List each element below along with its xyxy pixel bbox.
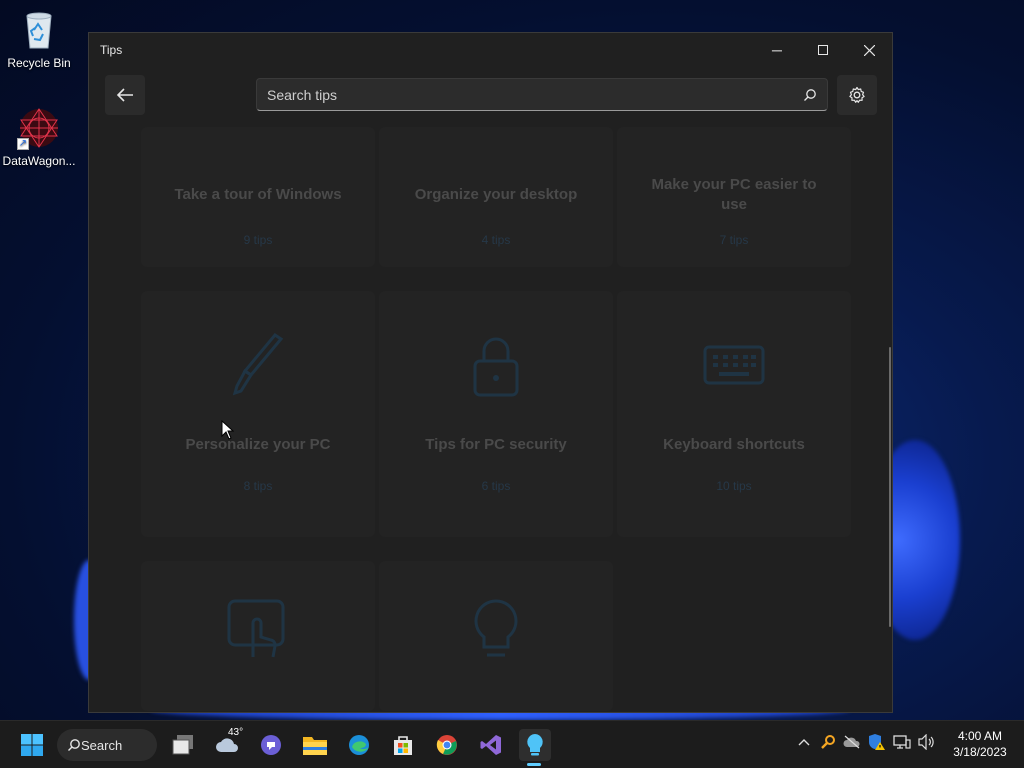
tips-window: Tips ─ Take a tour of Windows — [88, 32, 893, 713]
tray-search-tool-button[interactable] — [819, 733, 837, 751]
tip-card-count: 9 tips — [243, 233, 273, 247]
lock-icon — [473, 337, 519, 397]
tip-card-keyboard[interactable]: Keyboard shortcuts 10 tips — [617, 291, 851, 537]
taskbar-search-label: Search — [81, 737, 123, 753]
visual-studio-button[interactable] — [475, 729, 507, 761]
teams-chat-button[interactable] — [255, 729, 287, 761]
tip-card-count: 10 tips — [716, 479, 752, 493]
lightbulb-icon — [527, 734, 543, 756]
maximize-button[interactable] — [800, 33, 846, 67]
clock-date: 3/18/2023 — [953, 745, 1007, 759]
tip-card-count: 8 tips — [243, 479, 273, 493]
search-box[interactable] — [256, 78, 828, 111]
edge-button[interactable] — [343, 729, 375, 761]
mouse-cursor-icon — [221, 420, 235, 440]
tip-card-title: Organize your desktop — [414, 186, 578, 203]
chat-icon — [261, 735, 281, 755]
search-input[interactable] — [267, 86, 803, 103]
speaker-icon — [918, 734, 934, 750]
tip-card-title: Make your PC easier to use — [651, 176, 817, 213]
start-button[interactable] — [16, 729, 48, 761]
active-app-indicator — [527, 763, 541, 766]
back-button[interactable] — [105, 75, 145, 115]
magnifier-tool-icon — [821, 735, 835, 749]
windows-logo-icon — [21, 734, 43, 756]
edge-icon — [349, 735, 369, 755]
tip-card-count: 6 tips — [481, 479, 511, 493]
window-title: Tips — [100, 43, 123, 57]
tip-card-count: 7 tips — [719, 233, 749, 247]
search-icon — [68, 739, 80, 751]
desktop-icon-recycle-bin[interactable]: Recycle Bin — [0, 8, 78, 70]
weather-temperature: 43° — [228, 727, 244, 738]
keyboard-icon — [703, 345, 765, 385]
shortcut-arrow-icon: ↗ — [17, 138, 29, 150]
desktop-icon-label: DataWagon... — [2, 154, 76, 168]
tip-card-count: 4 tips — [481, 233, 511, 247]
chevron-up-icon — [798, 739, 810, 746]
shield-warning-icon — [868, 734, 885, 750]
maximize-icon — [818, 45, 828, 55]
onedrive-button[interactable] — [843, 733, 861, 751]
tip-card-touch[interactable] — [141, 561, 375, 711]
settings-button[interactable] — [837, 75, 877, 115]
title-bar: Tips ─ — [89, 33, 892, 67]
tip-card-easier[interactable]: Make your PC easier to use 7 tips — [617, 127, 851, 267]
store-icon — [394, 736, 412, 755]
desktop-icon-label: Recycle Bin — [7, 56, 71, 70]
tip-card-title: Tips for PC security — [425, 436, 567, 453]
task-view-button[interactable] — [167, 729, 199, 761]
close-icon — [863, 44, 875, 56]
visual-studio-icon — [480, 735, 501, 755]
cloud-weather-icon — [216, 738, 238, 752]
tips-app-button[interactable] — [519, 729, 551, 761]
tip-card-tour[interactable]: Take a tour of Windows 9 tips — [141, 127, 375, 267]
tip-card-title: Keyboard shortcuts — [663, 436, 805, 453]
datawagon-icon: ↗ — [17, 106, 61, 150]
network-button[interactable] — [893, 733, 911, 751]
chrome-icon — [436, 735, 457, 755]
search-icon[interactable] — [803, 88, 817, 102]
tip-card-security[interactable]: Tips for PC security 6 tips — [379, 291, 613, 537]
cloud-offline-icon — [843, 735, 860, 749]
minimize-button[interactable]: ─ — [754, 33, 800, 67]
taskbar-search-button[interactable]: Search — [57, 729, 157, 761]
tips-content: Take a tour of Windows 9 tips Organize y… — [89, 127, 892, 712]
task-view-icon — [172, 735, 193, 755]
file-explorer-button[interactable] — [299, 729, 331, 761]
security-button[interactable] — [867, 733, 885, 751]
pen-icon — [232, 333, 284, 396]
touch-icon — [227, 599, 285, 658]
scrollbar[interactable] — [889, 347, 891, 627]
chrome-button[interactable] — [431, 729, 463, 761]
folder-icon — [303, 737, 327, 755]
minimize-icon: ─ — [772, 42, 782, 58]
gear-icon — [849, 86, 865, 103]
toolbar — [89, 67, 892, 127]
tip-card-title: Personalize your PC — [185, 436, 331, 453]
show-hidden-icons-button[interactable] — [795, 733, 813, 751]
network-icon — [893, 735, 911, 749]
tip-card-organize[interactable]: Organize your desktop 4 tips — [379, 127, 613, 267]
taskbar-clock[interactable]: 4:00 AM 3/18/2023 — [944, 728, 1016, 760]
tip-card-title: Take a tour of Windows — [174, 186, 342, 203]
volume-button[interactable] — [918, 733, 936, 751]
tip-card-lightbulb[interactable] — [379, 561, 613, 711]
store-button[interactable] — [387, 729, 419, 761]
back-arrow-icon — [116, 88, 133, 102]
tip-card-personalize[interactable]: Personalize your PC 8 tips — [141, 291, 375, 537]
clock-time: 4:00 AM — [957, 729, 1003, 743]
tips-grid: Take a tour of Windows 9 tips Organize y… — [141, 127, 851, 711]
lightbulb-icon — [474, 599, 518, 657]
recycle-bin-icon — [17, 8, 61, 52]
close-button[interactable] — [846, 33, 892, 67]
desktop-icon-datawagon[interactable]: ↗ DataWagon... — [0, 106, 78, 168]
